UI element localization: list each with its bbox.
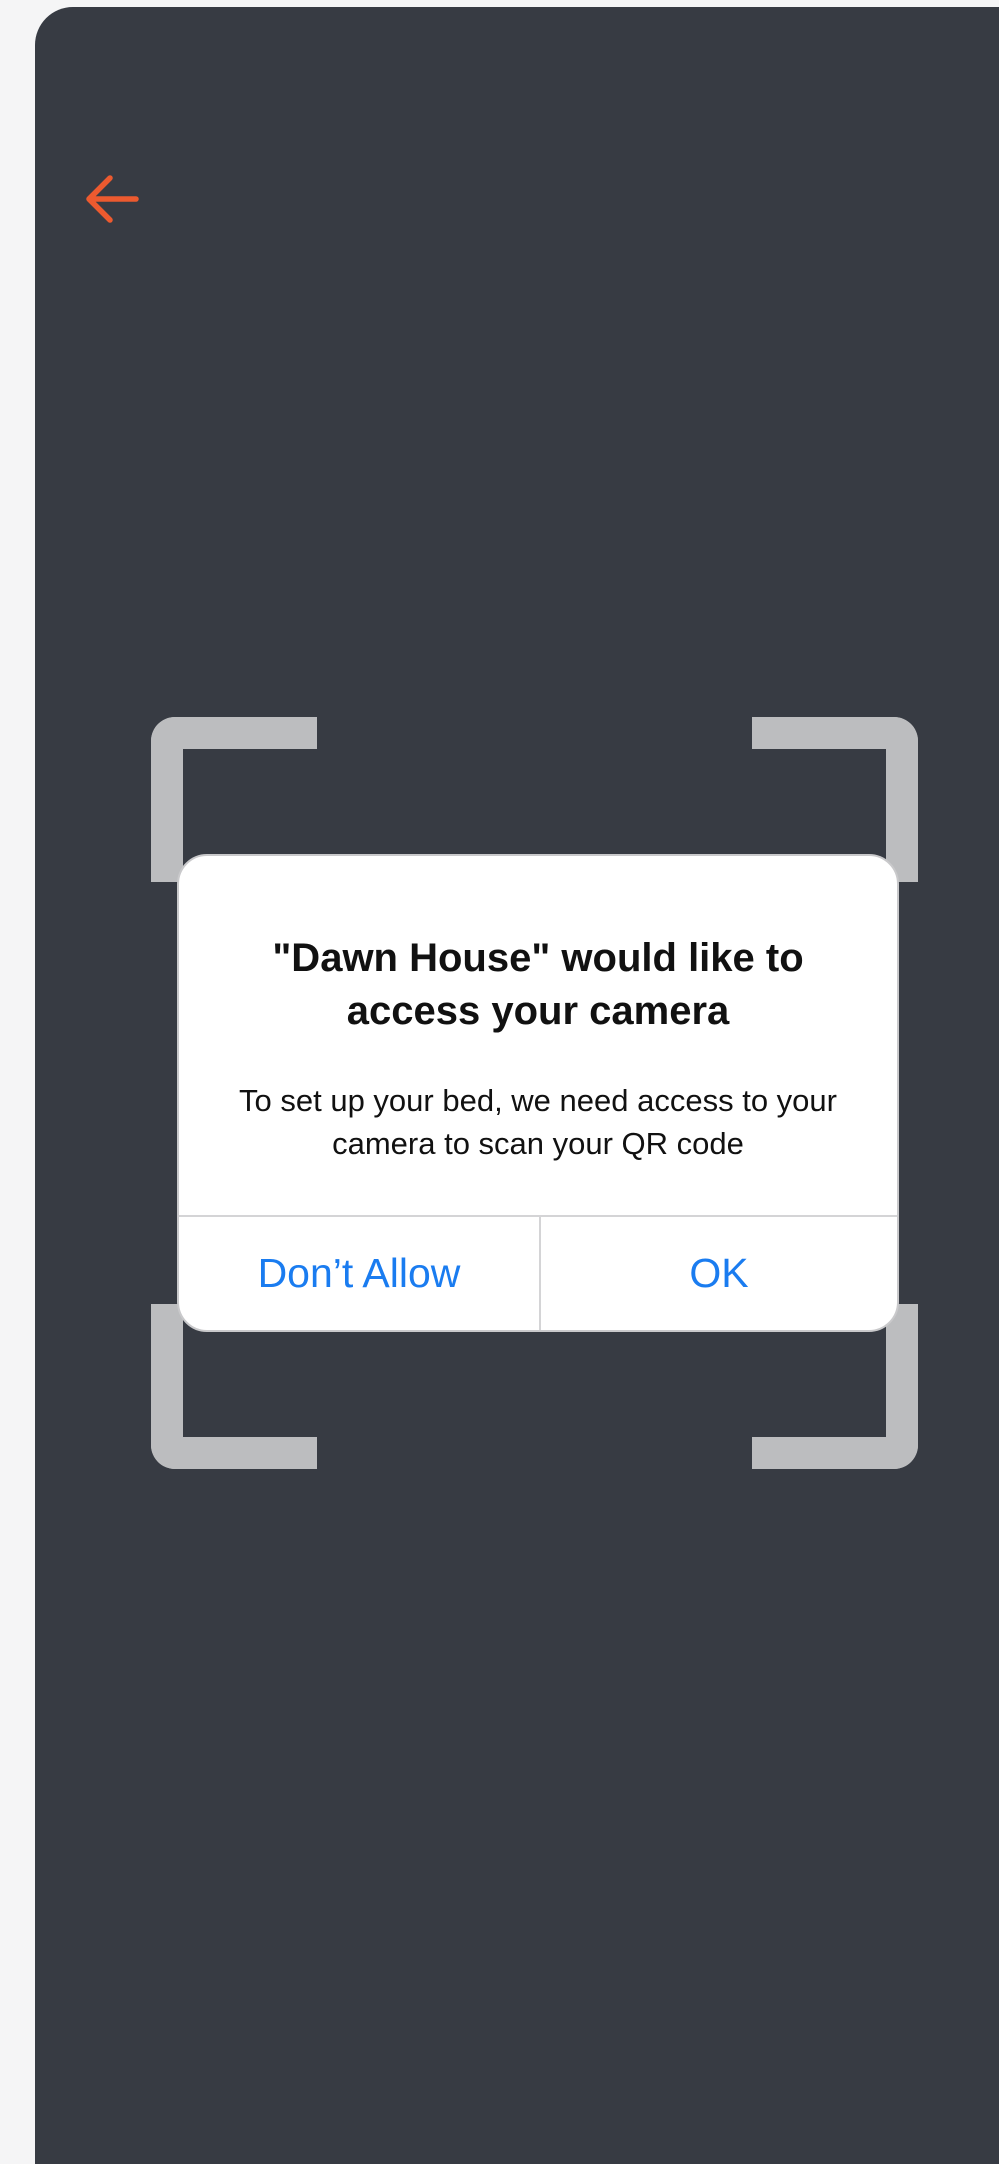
back-button[interactable]	[72, 159, 152, 239]
camera-permission-dialog: "Dawn House" would like to access your c…	[177, 854, 899, 1332]
arrow-left-icon	[86, 175, 139, 223]
qr-scanner-screen: "Dawn House" would like to access your c…	[35, 7, 999, 2164]
dialog-message: To set up your bed, we need access to yo…	[239, 1083, 837, 1161]
dialog-title: "Dawn House" would like to access your c…	[272, 936, 804, 1033]
dont-allow-button[interactable]: Don’t Allow	[179, 1217, 539, 1330]
ok-button[interactable]: OK	[541, 1217, 897, 1330]
